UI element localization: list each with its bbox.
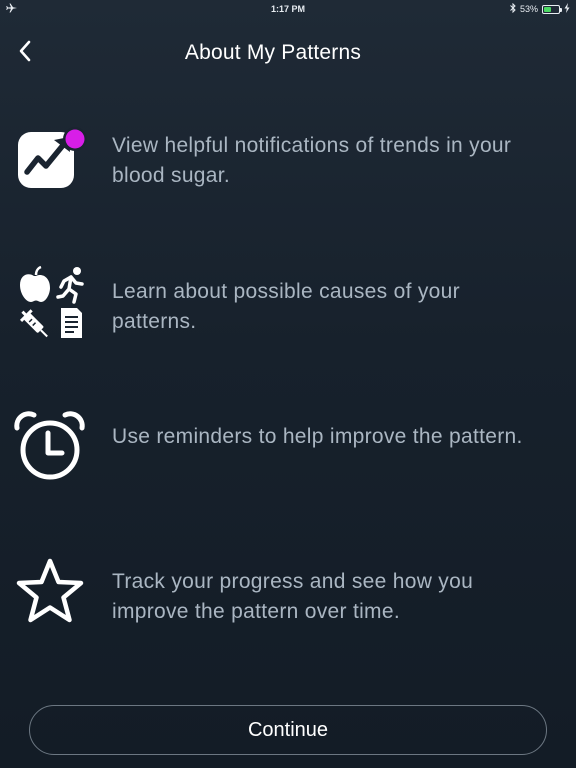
status-bar: 1:17 PM 53% <box>0 0 576 18</box>
status-indicators: 53% <box>510 2 570 15</box>
feature-text: Learn about possible causes of your patt… <box>112 280 460 333</box>
star-icon <box>14 555 88 629</box>
status-time: 1:17 PM <box>270 4 305 14</box>
page-title: About My Patterns <box>184 41 362 64</box>
feature-item-causes: Learn about possible causes of your patt… <box>0 264 576 354</box>
battery-level <box>544 6 552 12</box>
feature-text: Use reminders to help improve the patter… <box>112 425 523 448</box>
feature-item-reminders: Use reminders to help improve the patter… <box>0 410 576 500</box>
nav-bar: About My Patterns <box>0 30 576 76</box>
about-patterns-screen: 1:17 PM 53% About My Patterns View helpf… <box>0 0 576 768</box>
runner-icon <box>56 267 84 304</box>
apple-icon <box>20 265 50 302</box>
alarm-clock-icon <box>14 410 88 484</box>
document-icon <box>61 308 82 338</box>
battery-icon <box>542 4 562 14</box>
syringe-icon <box>19 309 48 338</box>
charging-icon <box>564 3 570 15</box>
continue-button[interactable]: Continue <box>29 705 547 755</box>
bluetooth-icon <box>510 2 516 15</box>
feature-item-notifications: View helpful notifications of trends in … <box>0 118 576 208</box>
feature-item-progress: Track your progress and see how you impr… <box>0 555 576 645</box>
feature-text: View helpful notifications of trends in … <box>112 134 512 187</box>
feature-text: Track your progress and see how you impr… <box>112 570 474 623</box>
trend-notification-icon <box>14 118 88 192</box>
battery-percent: 53% <box>519 4 538 14</box>
causes-icon <box>14 264 88 338</box>
notification-badge <box>65 129 85 149</box>
